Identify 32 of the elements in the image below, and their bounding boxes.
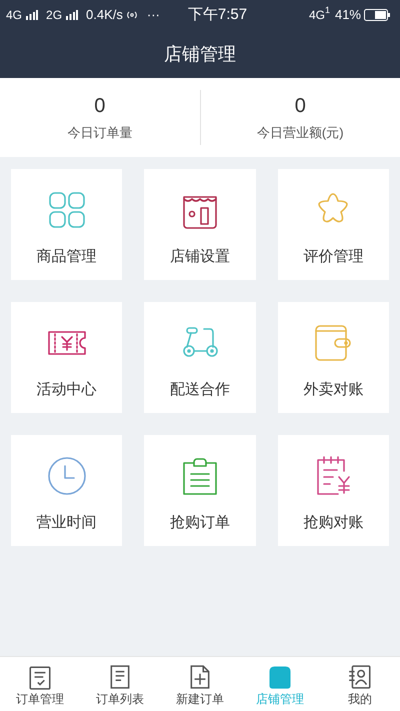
tab-icon <box>27 664 53 690</box>
tab-bar-item[interactable]: 新建订单 <box>160 657 240 711</box>
battery-level: 41% <box>334 6 361 24</box>
tab-bar-item[interactable]: 我的 <box>320 657 400 711</box>
menu-tile[interactable]: 商品管理 <box>11 169 122 280</box>
menu-tile[interactable]: 外卖对账 <box>278 302 389 413</box>
menu-tile[interactable]: 抢购订单 <box>144 435 256 546</box>
menu-tile[interactable]: 评价管理 <box>278 169 389 280</box>
menu-tile[interactable]: 抢购对账 <box>278 435 389 546</box>
tab-icon <box>347 664 373 690</box>
more-indicator: ··· <box>146 6 160 24</box>
signal-icon <box>66 10 78 20</box>
menu-tile[interactable]: 配送合作 <box>144 302 256 413</box>
tab-icon <box>267 664 293 690</box>
tab-bar-item[interactable]: 订单列表 <box>80 657 160 711</box>
stat-label: 今日营业额(元) <box>256 126 344 139</box>
hotspot-icon <box>126 10 137 20</box>
network-label: 4G <box>6 7 22 24</box>
data-speed: 0.4K/s <box>86 6 123 24</box>
network-label: 2G <box>46 7 62 24</box>
menu-tile[interactable]: 营业时间 <box>11 435 122 546</box>
signal-icon <box>26 10 38 20</box>
stat-value: 0 <box>94 96 106 116</box>
tab-bar-item[interactable]: 订单管理 <box>0 657 80 711</box>
battery-icon <box>364 9 390 21</box>
clock: 下午7:57 <box>188 4 248 25</box>
menu-tile[interactable]: 活动中心 <box>11 302 122 413</box>
stat-value: 0 <box>294 96 306 116</box>
menu-tile[interactable]: 店铺设置 <box>144 169 256 280</box>
page-title: 店铺管理 <box>164 42 236 66</box>
clock-icon <box>46 455 88 497</box>
stat-label: 今日订单量 <box>67 126 132 139</box>
